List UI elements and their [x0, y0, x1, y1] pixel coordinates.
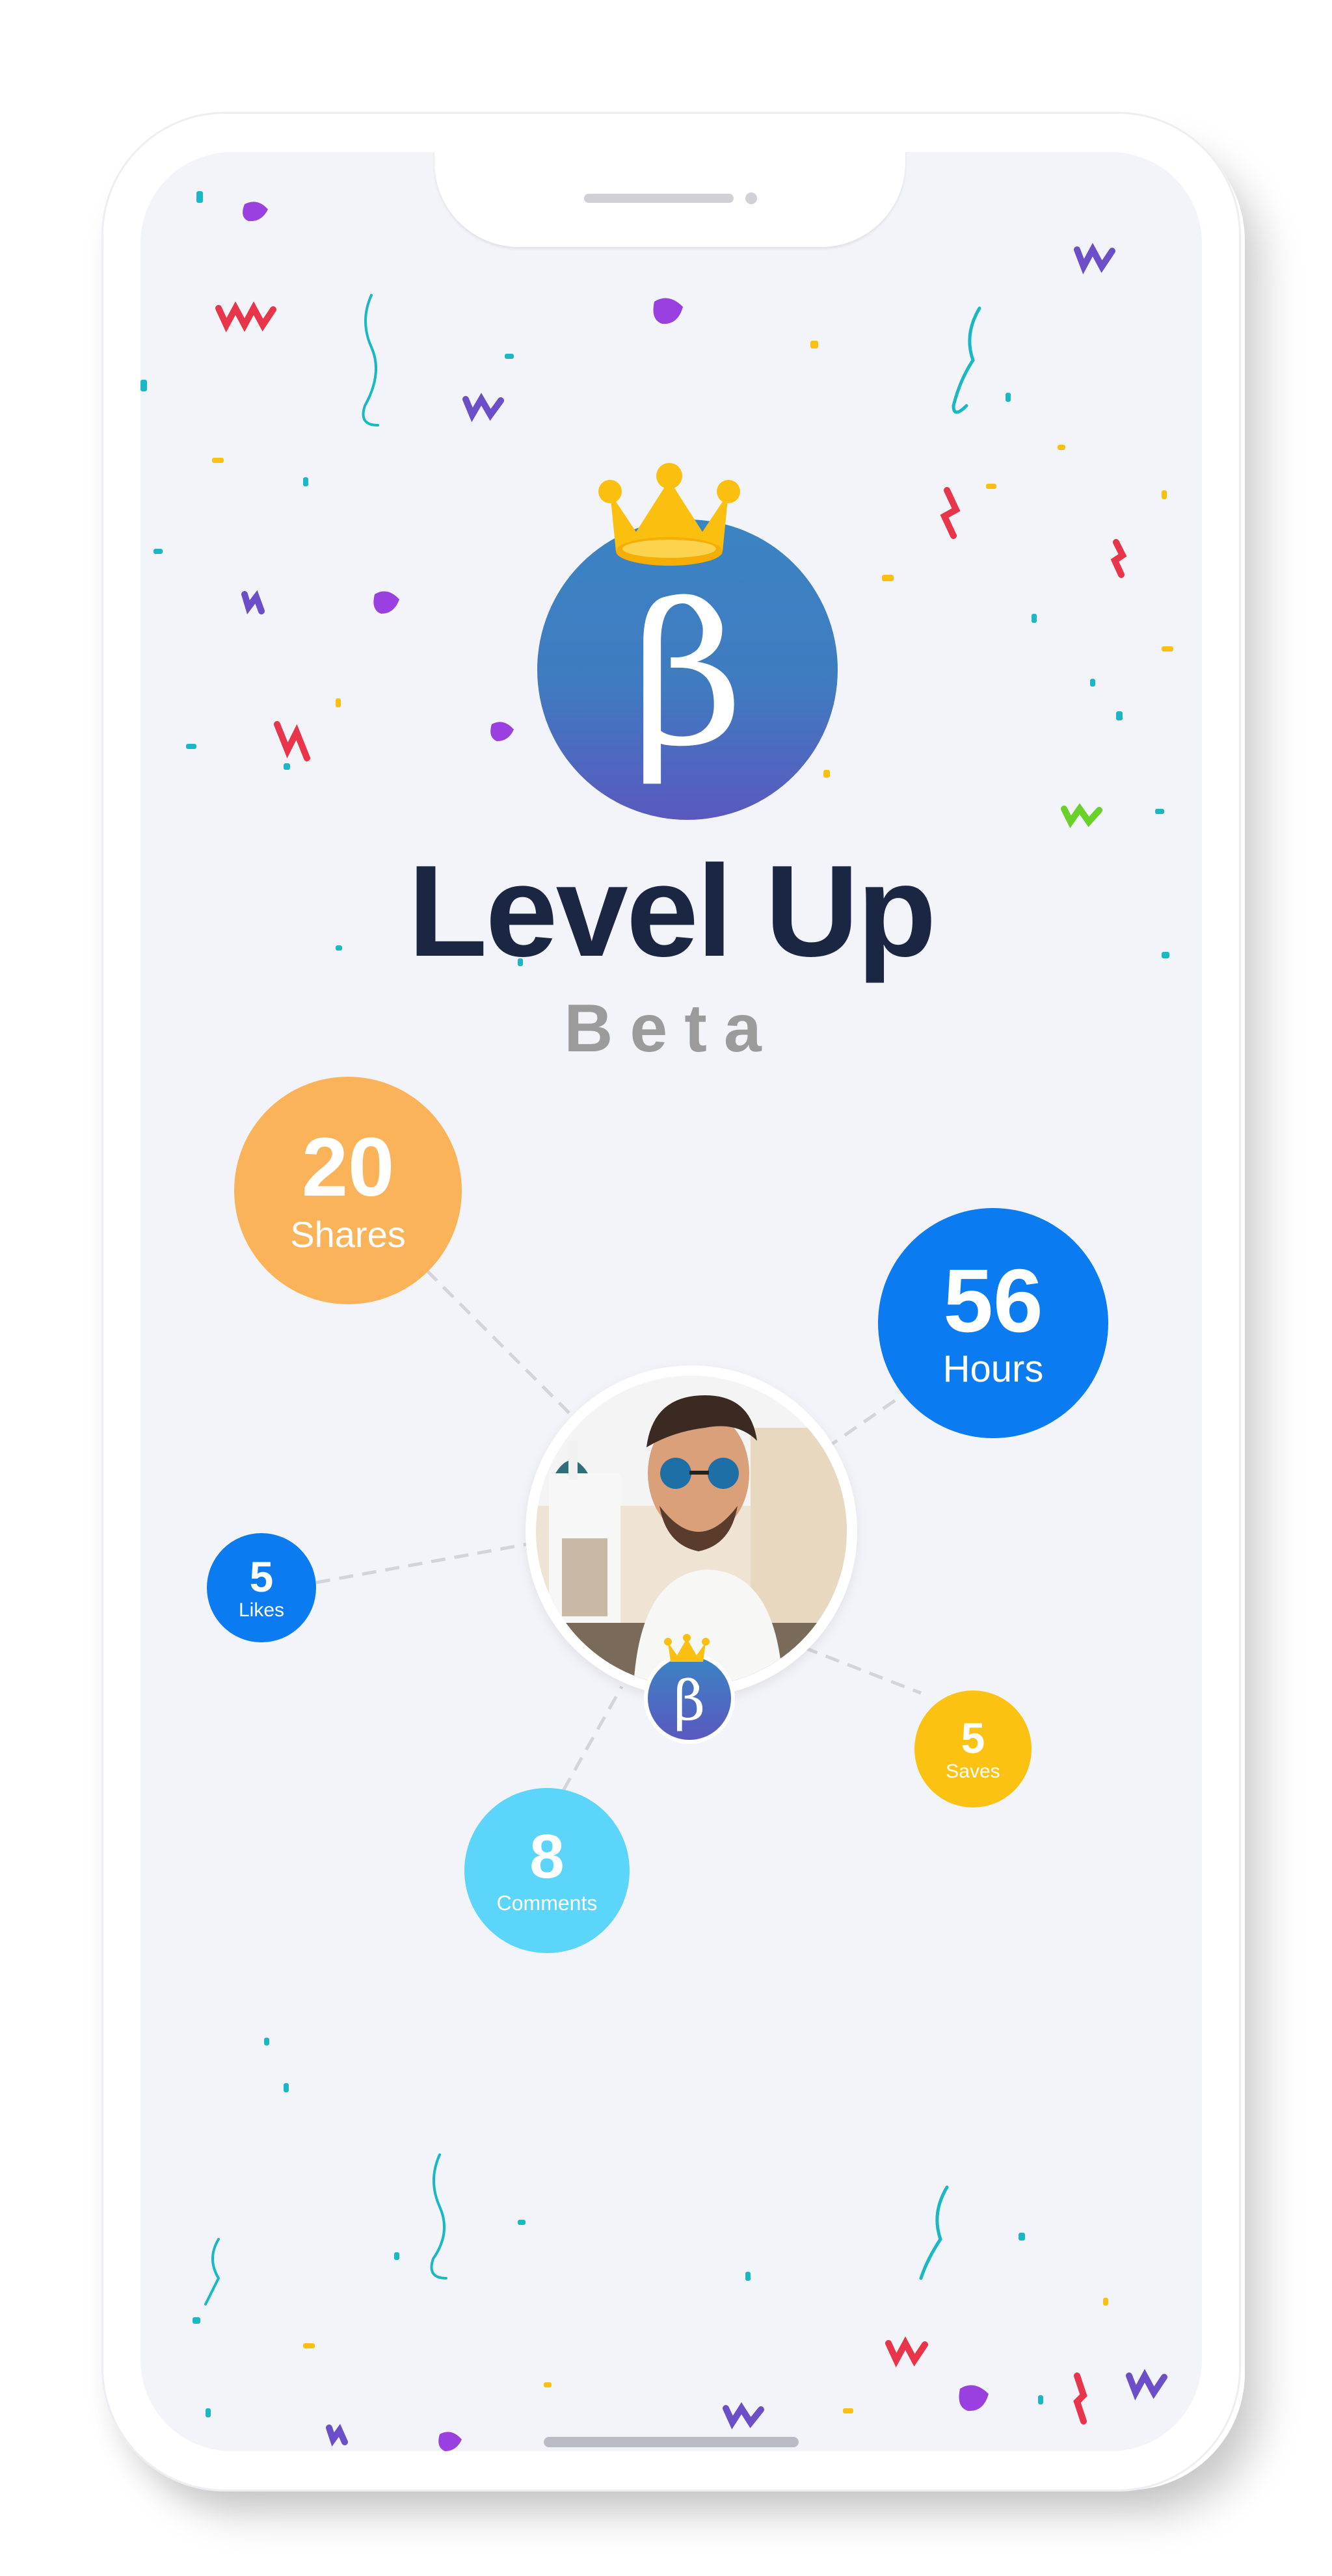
- stat-hours[interactable]: 56 Hours: [878, 1208, 1108, 1438]
- mini-crown-icon: [664, 1634, 710, 1662]
- stat-hours-label: Hours: [942, 1348, 1044, 1391]
- stat-likes[interactable]: 5 Likes: [207, 1533, 316, 1642]
- page-title: Level Up: [408, 839, 937, 984]
- profile-level-badge: β: [644, 1653, 735, 1744]
- stat-saves[interactable]: 5 Saves: [914, 1690, 1032, 1807]
- stat-comments-value: 8: [529, 1822, 565, 1892]
- camera-icon: [745, 192, 757, 204]
- stat-comments[interactable]: 8 Comments: [464, 1788, 630, 1953]
- home-indicator[interactable]: [544, 2437, 799, 2447]
- stat-shares-value: 20: [301, 1121, 395, 1215]
- beta-glyph: β: [631, 562, 744, 789]
- page-subtitle: Beta: [564, 991, 779, 1066]
- mini-beta-glyph: β: [673, 1669, 706, 1733]
- stat-saves-label: Saves: [946, 1760, 1000, 1782]
- stat-saves-value: 5: [961, 1713, 985, 1762]
- app-screen: β Level Up Beta 20 Shares 56 Hours 5 Lik…: [140, 152, 1202, 2451]
- stat-shares[interactable]: 20 Shares: [234, 1077, 462, 1304]
- stat-likes-label: Likes: [238, 1599, 285, 1621]
- stat-shares-label: Shares: [290, 1214, 406, 1255]
- stat-hours-value: 56: [943, 1251, 1043, 1352]
- stat-comments-label: Comments: [496, 1891, 598, 1915]
- device-notch: [434, 152, 905, 247]
- speaker-grille: [584, 194, 734, 203]
- crown-icon: [598, 463, 740, 566]
- stat-likes-value: 5: [249, 1552, 274, 1601]
